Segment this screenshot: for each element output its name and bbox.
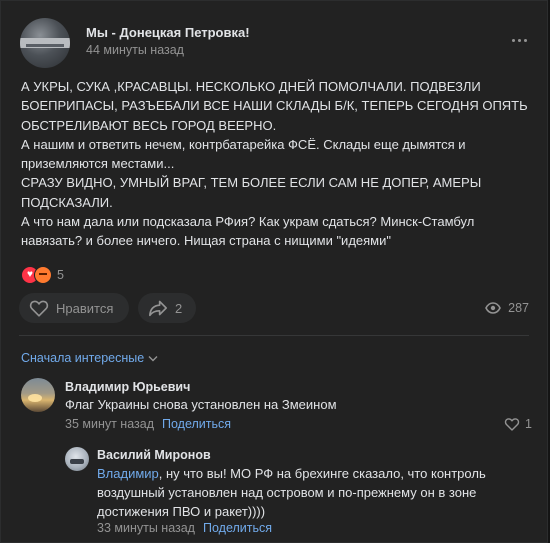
avatar[interactable] bbox=[21, 378, 55, 412]
reactions-count: 5 bbox=[57, 268, 64, 282]
angry-reaction-icon bbox=[34, 266, 52, 284]
post-text-line: ПОДСКАЗАЛИ. bbox=[21, 194, 113, 210]
reply-time[interactable]: 33 минуты назад bbox=[97, 521, 195, 535]
like-button[interactable]: Нравится bbox=[19, 293, 129, 323]
like-label: Нравится bbox=[56, 300, 114, 316]
heart-outline-icon bbox=[29, 300, 49, 317]
divider bbox=[19, 335, 529, 336]
more-options-icon[interactable] bbox=[509, 33, 529, 47]
comment-time[interactable]: 35 минут назад bbox=[65, 417, 154, 431]
group-name[interactable]: Мы - Донецкая Петровка! bbox=[86, 25, 250, 40]
share-count: 2 bbox=[175, 300, 183, 316]
reply-text: Владимир, ну что вы! МО РФ на брехинге с… bbox=[97, 464, 486, 521]
eye-icon bbox=[485, 302, 502, 314]
comment-meta: 35 минут назад Поделиться bbox=[65, 417, 231, 431]
post-text-line: ОБСТРЕЛИВАЮТ ВЕСЬ ГОРОД ВЕЕРНО. bbox=[21, 117, 277, 133]
views-count: 287 bbox=[508, 301, 529, 315]
chevron-down-icon bbox=[148, 355, 158, 361]
post-text-line: А УКРЫ, СУКА ,КРАСАВЦЫ. НЕСКОЛЬКО ДНЕЙ П… bbox=[21, 79, 481, 94]
reply-share-link[interactable]: Поделиться bbox=[203, 521, 272, 535]
post-text-line: приземляются местами... bbox=[21, 156, 175, 172]
reactions-summary[interactable]: 5 bbox=[21, 266, 64, 284]
reply-mention-link[interactable]: Владимир bbox=[97, 466, 159, 481]
heart-outline-icon bbox=[504, 418, 520, 431]
post-time[interactable]: 44 минуты назад bbox=[86, 43, 184, 57]
comment-share-link[interactable]: Поделиться bbox=[162, 417, 231, 431]
post-text-line: А что нам дала или подсказала РФия? Как … bbox=[21, 214, 475, 230]
comment-like-button[interactable]: 1 bbox=[504, 417, 532, 431]
comments-sort-toggle[interactable]: Сначала интересные bbox=[21, 351, 158, 365]
avatar[interactable] bbox=[65, 447, 89, 471]
share-button[interactable]: 2 bbox=[138, 293, 196, 323]
group-avatar[interactable] bbox=[20, 18, 70, 68]
comment-like-count: 1 bbox=[525, 417, 532, 431]
comment-author[interactable]: Владимир Юрьевич bbox=[65, 380, 190, 394]
post-text-line: СРАЗУ ВИДНО, УМНЫЙ ВРАГ, ТЕМ БОЛЕЕ ЕСЛИ … bbox=[21, 175, 482, 191]
post-card: Мы - Донецкая Петровка! 44 минуты назад … bbox=[0, 0, 548, 543]
sort-label: Сначала интересные bbox=[21, 351, 145, 365]
post-text-line: А нашим и ответить нечем, контрбатарейка… bbox=[21, 136, 466, 152]
views-counter: 287 bbox=[485, 301, 529, 315]
reply-text-line: , ну что вы! МО РФ на брехинге сказало, … bbox=[158, 466, 486, 481]
share-arrow-icon bbox=[149, 300, 167, 317]
post-text-line: БОЕПРИПАСЫ, РАЗЪЕБАЛИ ВСЕ НАШИ СКЛАДЫ Б/… bbox=[21, 98, 528, 114]
comment-text: Флаг Украины снова установлен на Змеином bbox=[65, 397, 337, 412]
post-text-line: навязать? и более ничего. Нищая страна с… bbox=[21, 233, 391, 249]
reply-text-line: воздушный установлен над островом и по-п… bbox=[97, 485, 477, 500]
reply-text-line: достижения ПВО и ракет)))) bbox=[97, 504, 266, 519]
post-text: А УКРЫ, СУКА ,КРАСАВЦЫ. НЕСКОЛЬКО ДНЕЙ П… bbox=[21, 77, 528, 251]
reply-author[interactable]: Василий Миронов bbox=[97, 448, 211, 462]
reply-meta: 33 минуты назад Поделиться bbox=[97, 521, 272, 535]
